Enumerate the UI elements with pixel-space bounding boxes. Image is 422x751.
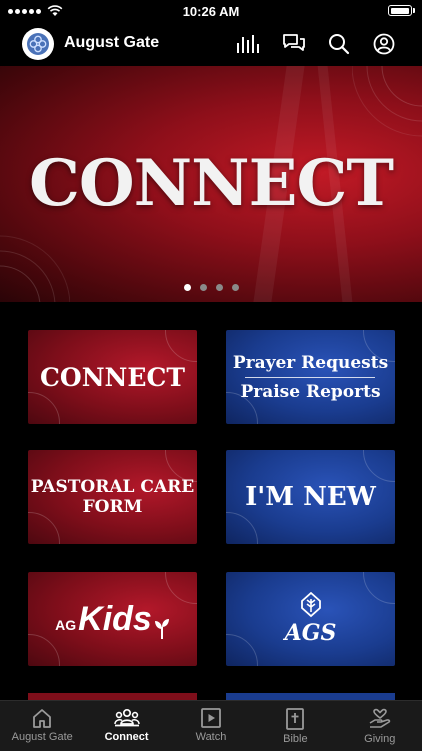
bible-icon bbox=[286, 708, 305, 730]
tile-pastoral-label-2: FORM bbox=[82, 497, 143, 517]
play-icon bbox=[201, 708, 221, 728]
app-header: August Gate bbox=[0, 22, 422, 66]
tab-bar: August Gate Connect Watch Bible Giving bbox=[0, 700, 422, 751]
chat-icon[interactable] bbox=[282, 32, 306, 56]
tile-im-new-label: I'M NEW bbox=[245, 482, 376, 512]
tile-pastoral-care[interactable]: PASTORAL CARE FORM bbox=[28, 450, 197, 544]
giving-icon bbox=[369, 708, 390, 728]
ags-leaf-icon bbox=[300, 592, 321, 618]
app-title: August Gate bbox=[64, 34, 160, 51]
carousel-pagination bbox=[0, 284, 422, 291]
tab-watch[interactable]: Watch bbox=[169, 701, 253, 751]
tab-label: Connect bbox=[104, 731, 149, 743]
battery-icon bbox=[388, 5, 415, 16]
carousel-dot-1[interactable] bbox=[183, 284, 191, 291]
tab-connect[interactable]: Connect bbox=[84, 701, 168, 751]
tile-im-new[interactable]: I'M NEW bbox=[226, 450, 395, 544]
logo-icon bbox=[27, 33, 49, 55]
carousel-dot-3[interactable] bbox=[215, 284, 223, 291]
home-icon bbox=[33, 709, 52, 728]
tile-ag-kids-prefix: AG bbox=[55, 616, 77, 633]
audio-bars-icon[interactable] bbox=[236, 32, 260, 56]
tab-label: August Gate bbox=[11, 731, 73, 743]
tile-peek[interactable] bbox=[226, 693, 395, 700]
tile-ags[interactable]: AGS bbox=[226, 572, 395, 666]
status-time: 10:26 AM bbox=[182, 4, 240, 19]
people-icon bbox=[113, 708, 140, 727]
tile-connect-label: CONNECT bbox=[40, 362, 185, 392]
sprout-icon bbox=[154, 618, 169, 639]
tile-connect[interactable]: CONNECT bbox=[28, 330, 197, 424]
divider bbox=[245, 376, 376, 378]
tile-praise-label: Praise Reports bbox=[240, 381, 381, 402]
tab-august-gate[interactable]: August Gate bbox=[0, 701, 84, 751]
tile-peek[interactable] bbox=[28, 693, 197, 700]
profile-icon[interactable] bbox=[372, 32, 396, 56]
tile-ags-label: AGS bbox=[284, 620, 337, 646]
tab-label: Watch bbox=[195, 731, 227, 743]
tab-bible[interactable]: Bible bbox=[253, 701, 337, 751]
search-icon[interactable] bbox=[327, 32, 351, 56]
tile-prayer-label: Prayer Requests bbox=[232, 352, 389, 373]
tile-ag-kids[interactable]: AG Kids bbox=[28, 572, 197, 666]
tile-pastoral-label-1: PASTORAL CARE bbox=[30, 477, 195, 497]
tab-label: Giving bbox=[364, 733, 396, 745]
tile-ag-kids-label: Kids bbox=[78, 599, 152, 638]
arc-decoration bbox=[352, 66, 422, 137]
app-logo[interactable] bbox=[22, 28, 54, 60]
carousel-dot-2[interactable] bbox=[199, 284, 207, 291]
status-bar: 10:26 AM bbox=[0, 0, 422, 22]
hero-title: CONNECT bbox=[28, 146, 394, 221]
tab-label: Bible bbox=[283, 733, 308, 745]
tab-giving[interactable]: Giving bbox=[338, 701, 422, 751]
carousel-dot-4[interactable] bbox=[231, 284, 239, 291]
tile-prayer-requests[interactable]: Prayer Requests Praise Reports bbox=[226, 330, 395, 424]
